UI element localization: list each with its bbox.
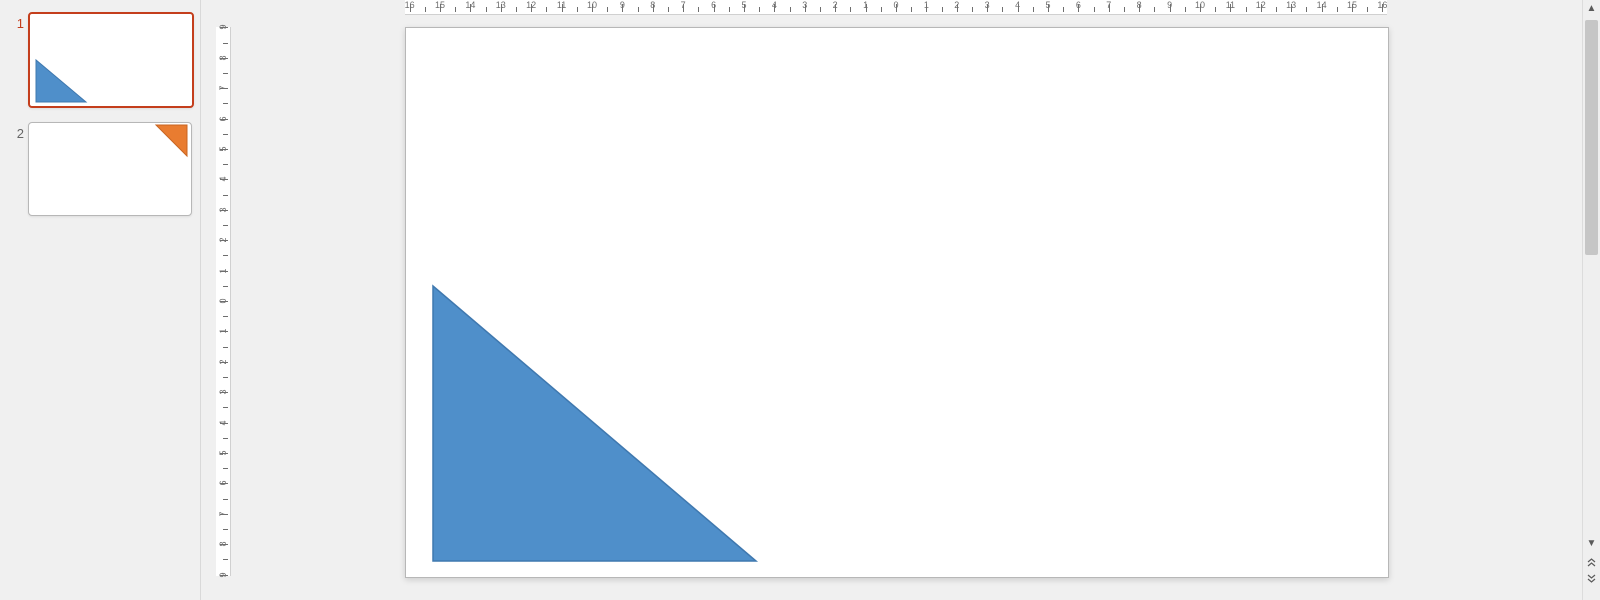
slide-thumbnail-2[interactable] [28, 122, 192, 216]
horizontal-ruler: 1615141312111098765432101234567891011121… [405, 0, 1387, 15]
slide-edit-area[interactable] [236, 16, 1583, 600]
vertical-ruler: 9876543210123456789 [216, 27, 231, 576]
double-down-arrow-icon [1587, 574, 1596, 583]
slide-canvas[interactable] [405, 27, 1389, 578]
previous-slide-button[interactable] [1583, 555, 1600, 570]
slide-number-2: 2 [0, 126, 24, 141]
double-up-arrow-icon [1587, 558, 1596, 567]
right-triangle-shape[interactable] [433, 286, 756, 561]
slide-content-svg [406, 28, 1388, 577]
slide-thumbnail-1[interactable] [28, 12, 194, 108]
slide-thumbnail-panel: 1 2 [0, 0, 201, 600]
vertical-scrollbar: ▲ ▼ [1582, 0, 1600, 600]
next-slide-button[interactable] [1583, 571, 1600, 586]
thumbnail-2-preview [29, 123, 189, 213]
scroll-up-arrow-icon[interactable]: ▲ [1583, 0, 1600, 17]
scroll-down-arrow-icon[interactable]: ▼ [1583, 535, 1600, 552]
scrollbar-thumb[interactable] [1585, 20, 1598, 255]
slide-number-1: 1 [0, 16, 24, 31]
thumbnail-1-preview [30, 14, 190, 104]
